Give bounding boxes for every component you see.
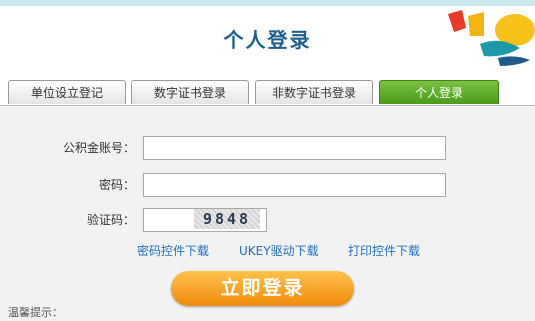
tip-label: 温馨提示： [8, 306, 63, 319]
captcha-label: 验证码： [86, 213, 135, 227]
tab-digital-certificate-login[interactable]: 数字证书登录 [131, 80, 249, 104]
password-control-download-link[interactable]: 密码控件下载 [137, 242, 209, 259]
login-tabs: 单位设立登记 数字证书登录 非数字证书登录 个人登录 [0, 80, 535, 106]
login-button[interactable]: 立即登录 [171, 271, 354, 306]
tab-personal-login[interactable]: 个人登录 [379, 80, 499, 104]
tab-non-digital-certificate-login[interactable]: 非数字证书登录 [255, 80, 373, 104]
password-label: 密码： [98, 178, 135, 192]
ukey-driver-download-link[interactable]: UKEY驱动下载 [239, 242, 319, 259]
captcha-image[interactable]: 9848 [194, 209, 260, 229]
password-input[interactable] [143, 173, 446, 197]
print-control-download-link[interactable]: 打印控件下载 [348, 242, 420, 259]
login-panel: 公积金账号： 密码： 验证码： 9848 密码控件下载 UKEY驱动下载 打印控… [0, 105, 535, 321]
decorative-logo-icon [448, 10, 535, 66]
tab-unit-registration[interactable]: 单位设立登记 [8, 80, 126, 104]
account-input[interactable] [143, 136, 446, 160]
account-label: 公积金账号： [62, 141, 135, 155]
